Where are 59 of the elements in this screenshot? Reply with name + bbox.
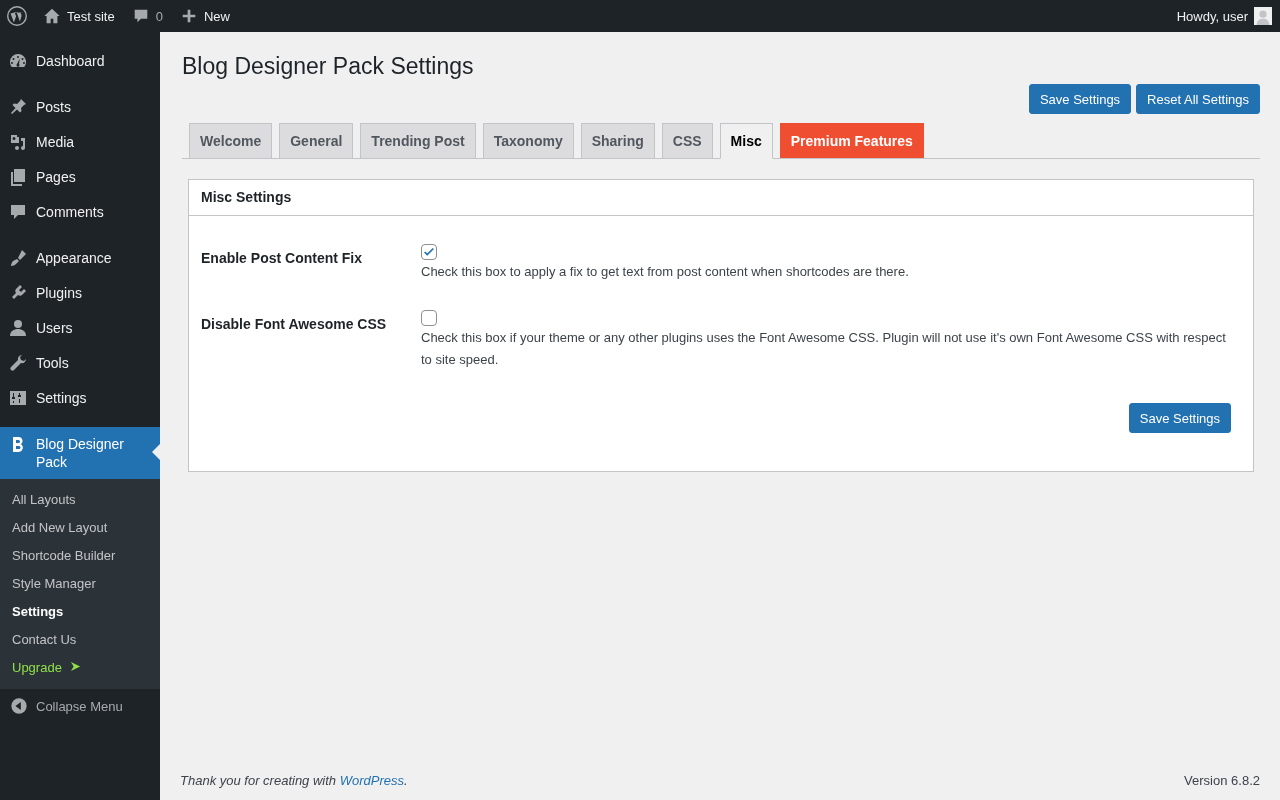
wordpress-logo-icon bbox=[7, 6, 27, 26]
menu-item[interactable]: Pages bbox=[0, 160, 160, 195]
setting-label: Enable Post Content Fix bbox=[201, 249, 363, 268]
checkbox[interactable] bbox=[421, 244, 437, 260]
reset-settings-button[interactable]: Reset All Settings bbox=[1136, 84, 1260, 114]
panel-title: Misc Settings bbox=[189, 180, 1253, 216]
comment-icon bbox=[8, 202, 28, 222]
tab[interactable]: Welcome bbox=[189, 123, 273, 158]
submenu-item[interactable]: Shortcode Builder bbox=[0, 542, 160, 570]
submenu-item[interactable]: Style Manager bbox=[0, 570, 160, 598]
comments-link[interactable]: 0 bbox=[131, 7, 163, 25]
tab[interactable]: Trending Post bbox=[360, 123, 476, 158]
footer-thanks: Thank you for creating with WordPress. bbox=[180, 773, 408, 788]
sliders-icon bbox=[8, 388, 28, 408]
version-text: Version 6.8.2 bbox=[1184, 773, 1260, 788]
menu-item[interactable]: Posts bbox=[0, 90, 160, 125]
media-icon bbox=[8, 132, 28, 152]
setting-label: Disable Font Awesome CSS bbox=[201, 315, 388, 334]
site-name-link[interactable]: Test site bbox=[67, 8, 115, 24]
menu-item[interactable]: Users bbox=[0, 311, 160, 346]
menu-item[interactable]: Comments bbox=[0, 195, 160, 230]
tab[interactable]: Taxonomy bbox=[482, 123, 574, 158]
setting-description: Check this box to apply a fix to get text from post content when shortcodes are there. bbox=[421, 263, 909, 281]
arrowhead-icon bbox=[69, 661, 81, 672]
wordpress-link[interactable]: WordPress bbox=[339, 773, 404, 788]
tab[interactable]: Sharing bbox=[580, 123, 655, 158]
submenu-item[interactable]: Contact Us bbox=[0, 626, 160, 654]
tab[interactable]: General bbox=[279, 123, 354, 158]
checkmark-icon bbox=[422, 245, 436, 259]
submenu-item[interactable]: Add New Layout bbox=[0, 514, 160, 542]
tab[interactable]: Misc bbox=[719, 123, 773, 159]
premium-tab[interactable]: Premium Features bbox=[779, 123, 924, 158]
pages-icon bbox=[8, 167, 28, 187]
menu-item[interactable]: Tools bbox=[0, 346, 160, 381]
pin-icon bbox=[8, 97, 28, 117]
checkbox[interactable] bbox=[421, 310, 437, 326]
menu-item[interactable]: Plugins bbox=[0, 276, 160, 311]
menu-item[interactable]: Blog Designer Pack bbox=[0, 427, 160, 479]
upgrade-link[interactable]: Upgrade bbox=[0, 654, 160, 682]
avatar-icon bbox=[1254, 7, 1272, 25]
page-title: Blog Designer Pack Settings bbox=[182, 52, 475, 81]
save-settings-button[interactable]: Save Settings bbox=[1028, 84, 1132, 114]
setting-description: Check this box if your theme or any other plugins uses the Font Awesome CSS. Plugin will not use it's own Font Awesome CSS with respect to site speed. bbox=[421, 329, 1227, 369]
account-greeting[interactable]: Howdy, user bbox=[1176, 8, 1248, 24]
menu-item[interactable]: Media bbox=[0, 125, 160, 160]
collapse-menu-button[interactable]: Collapse Menu bbox=[0, 689, 160, 723]
user-icon bbox=[8, 318, 28, 338]
save-settings-button[interactable]: Save Settings bbox=[1128, 403, 1231, 433]
wrench-icon bbox=[8, 353, 28, 373]
menu-item[interactable]: Settings bbox=[0, 381, 160, 416]
new-content-link[interactable]: New bbox=[179, 7, 230, 25]
tab[interactable]: CSS bbox=[661, 123, 713, 158]
submenu-item[interactable]: Settings bbox=[0, 598, 160, 626]
menu-item[interactable]: Appearance bbox=[0, 241, 160, 276]
submenu-item[interactable]: All Layouts bbox=[0, 486, 160, 514]
comment-count: 0 bbox=[155, 8, 163, 24]
paintbrush-icon bbox=[8, 248, 28, 268]
home-icon bbox=[43, 7, 61, 25]
menu-item[interactable]: Dashboard bbox=[0, 44, 160, 79]
